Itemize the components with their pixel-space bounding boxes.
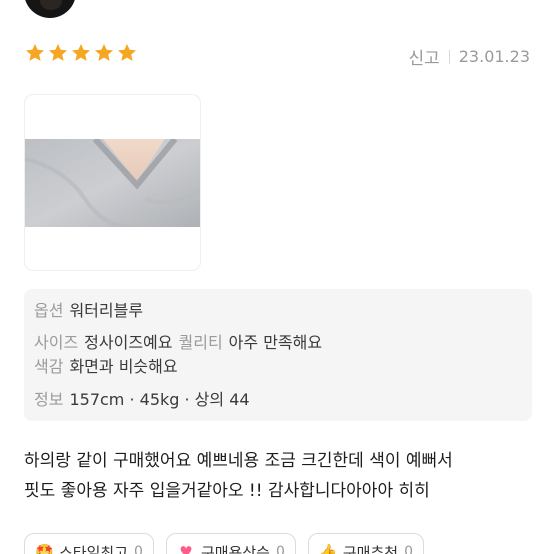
option-value: 워터리블루 xyxy=(69,301,144,320)
reaction-chip-purchase[interactable]: ♥ 구매욕상승 0 xyxy=(165,533,296,554)
reaction-chip-style[interactable]: 🤩 스타일최고 0 xyxy=(24,533,154,554)
option-summary: 옵션 워터리블루 사이즈 정사이즈예요 퀄리티 아주 만족해요 색감 화면과 비… xyxy=(24,289,532,421)
review-meta: 신고 23.01.23 xyxy=(408,44,530,69)
star-rating xyxy=(24,42,138,64)
size-quality-row: 사이즈 정사이즈예요 퀄리티 아주 만족해요 xyxy=(34,332,322,354)
sweater-photo xyxy=(25,139,200,227)
review-text-line: 핏도 좋아용 자주 입을거같아오 !! 감사합니다아아아 히히 xyxy=(24,481,430,501)
reviewer-avatar[interactable] xyxy=(24,0,76,18)
color-key: 색감 xyxy=(34,357,64,376)
reaction-label: 구매추천 xyxy=(342,543,399,554)
quality-value: 아주 만족해요 xyxy=(228,333,323,352)
body-info-value: 157cm · 45kg · 상의 44 xyxy=(69,390,250,409)
reaction-count: 0 xyxy=(134,544,143,554)
reaction-label: 구매욕상승 xyxy=(200,543,270,554)
review-date: 23.01.23 xyxy=(458,47,530,66)
star-icon xyxy=(49,44,67,61)
report-button[interactable]: 신고 xyxy=(408,44,439,69)
star-icon xyxy=(118,44,136,61)
quality-key: 퀄리티 xyxy=(178,333,223,352)
thumbs-up-icon: 👍 xyxy=(318,543,338,554)
color-value: 화면과 비슷해요 xyxy=(69,357,178,376)
heart-icon: ♥ xyxy=(179,543,193,554)
color-row: 색감 화면과 비슷해요 xyxy=(34,356,178,378)
size-value: 정사이즈예요 xyxy=(84,333,173,352)
reaction-count: 0 xyxy=(275,544,285,554)
reaction-count: 0 xyxy=(404,544,413,554)
body-info-row: 정보 157cm · 45kg · 상의 44 xyxy=(34,389,250,411)
body-info-key: 정보 xyxy=(34,390,64,409)
star-icon xyxy=(72,44,90,61)
review-photo-thumbnail[interactable] xyxy=(24,94,201,271)
option-key: 옵션 xyxy=(34,301,64,320)
star-face-icon: 🤩 xyxy=(35,543,54,554)
option-row: 옵션 워터리블루 xyxy=(34,300,143,322)
star-icon xyxy=(26,44,44,61)
reaction-chip-recommend[interactable]: 👍 구매추천 0 xyxy=(307,533,424,554)
meta-divider xyxy=(448,49,450,64)
review-body: 하의랑 같이 구매했어요 예쁘네용 조금 크긴한데 색이 예뻐서 핏도 좋아용 … xyxy=(24,446,530,506)
reaction-label: 스타일최고 xyxy=(59,543,129,554)
size-key: 사이즈 xyxy=(34,333,79,352)
reaction-chips: 🤩 스타일최고 0 ♥ 구매욕상승 0 👍 구매추천 0 xyxy=(24,533,424,554)
star-icon xyxy=(95,44,113,61)
review-text-line: 하의랑 같이 구매했어요 예쁘네용 조금 크긴한데 색이 예뻐서 xyxy=(24,451,453,471)
